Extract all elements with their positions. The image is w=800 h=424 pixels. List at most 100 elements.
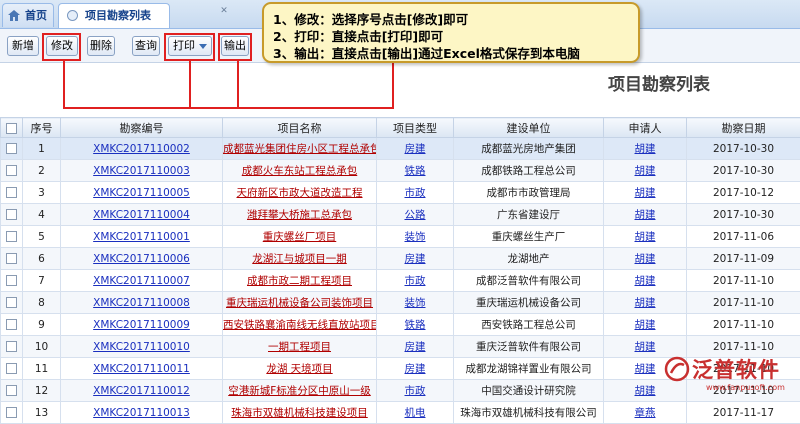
table-row[interactable]: 7XMKC2017110007成都市政二期工程项目市政成都泛普软件有限公司胡建2… (1, 270, 800, 292)
project-type-link[interactable]: 市政 (405, 275, 426, 287)
survey-code-link[interactable]: XMKC2017110002 (93, 143, 190, 155)
survey-code-link[interactable]: XMKC2017110005 (93, 187, 190, 199)
survey-code-link[interactable]: XMKC2017110003 (93, 165, 190, 177)
survey-code-link[interactable]: XMKC2017110013 (93, 407, 190, 419)
applicant-link[interactable]: 胡建 (635, 363, 656, 375)
column-header[interactable]: 项目名称 (223, 118, 377, 138)
checkbox-icon[interactable] (6, 385, 17, 396)
applicant-link[interactable]: 胡建 (635, 385, 656, 397)
applicant-link[interactable]: 胡建 (635, 143, 656, 155)
project-name-link[interactable]: 成都市政二期工程项目 (247, 275, 352, 287)
survey-code-link[interactable]: XMKC2017110004 (93, 209, 190, 221)
applicant-link[interactable]: 胡建 (635, 297, 656, 309)
project-name-link[interactable]: 成都蓝光集团住房小区工程总承包 (223, 143, 377, 155)
row-checkbox[interactable] (1, 380, 23, 402)
project-name-link[interactable]: 潍拜攀大桥施工总承包 (247, 209, 352, 221)
survey-code-link[interactable]: XMKC2017110009 (93, 319, 190, 331)
applicant-link[interactable]: 胡建 (635, 231, 656, 243)
applicant-link[interactable]: 胡建 (635, 341, 656, 353)
table-row[interactable]: 6XMKC2017110006龙湖江与城项目一期房建龙湖地产胡建2017-11-… (1, 248, 800, 270)
checkbox-icon[interactable] (6, 143, 17, 154)
project-name-link[interactable]: 空港新城F标准分区中原山一级 (228, 385, 371, 397)
tab-home[interactable]: 首页 (2, 3, 54, 27)
checkbox-icon[interactable] (6, 209, 17, 220)
applicant-link[interactable]: 胡建 (635, 253, 656, 265)
project-name-link[interactable]: 龙湖江与城项目一期 (252, 253, 347, 265)
checkbox-icon[interactable] (6, 407, 17, 418)
table-row[interactable]: 8XMKC2017110008重庆瑞运机械设备公司装饰项目装饰重庆瑞运机械设备公… (1, 292, 800, 314)
project-name-link[interactable]: 重庆螺丝厂项目 (263, 231, 337, 243)
column-header[interactable]: 勘察编号 (61, 118, 223, 138)
project-type-link[interactable]: 市政 (405, 385, 426, 397)
applicant-link[interactable]: 胡建 (635, 275, 656, 287)
project-name-link[interactable]: 龙湖 天境项目 (266, 363, 332, 375)
row-checkbox[interactable] (1, 248, 23, 270)
query-button[interactable]: 查询 (132, 36, 160, 56)
project-type-link[interactable]: 装饰 (405, 231, 426, 243)
project-name-link[interactable]: 成都火车东站工程总承包 (242, 165, 358, 177)
table-row[interactable]: 13XMKC2017110013珠海市双雄机械科技建设项目机电珠海市双雄机械科技… (1, 402, 800, 424)
tab-project-survey-list[interactable]: 项目勘察列表 ✕ (58, 3, 170, 28)
checkbox-icon[interactable] (6, 165, 17, 176)
table-row[interactable]: 9XMKC2017110009西安铁路襄渝南线无线直放站项目铁路西安铁路工程总公… (1, 314, 800, 336)
survey-code-link[interactable]: XMKC2017110001 (93, 231, 190, 243)
applicant-link[interactable]: 章燕 (635, 407, 656, 419)
applicant-link[interactable]: 胡建 (635, 319, 656, 331)
row-checkbox[interactable] (1, 358, 23, 380)
row-checkbox[interactable] (1, 314, 23, 336)
project-type-link[interactable]: 装饰 (405, 297, 426, 309)
checkbox-icon[interactable] (6, 275, 17, 286)
table-row[interactable]: 5XMKC2017110001重庆螺丝厂项目装饰重庆螺丝生产厂胡建2017-11… (1, 226, 800, 248)
survey-code-link[interactable]: XMKC2017110006 (93, 253, 190, 265)
project-type-link[interactable]: 房建 (405, 253, 426, 265)
applicant-link[interactable]: 胡建 (635, 209, 656, 221)
applicant-link[interactable]: 胡建 (635, 165, 656, 177)
project-type-link[interactable]: 公路 (405, 209, 426, 221)
checkbox-icon[interactable] (6, 297, 17, 308)
project-name-link[interactable]: 重庆瑞运机械设备公司装饰项目 (226, 297, 373, 309)
checkbox-icon[interactable] (6, 231, 17, 242)
column-header[interactable]: 项目类型 (377, 118, 454, 138)
project-type-link[interactable]: 房建 (405, 363, 426, 375)
survey-code-link[interactable]: XMKC2017110008 (93, 297, 190, 309)
row-checkbox[interactable] (1, 204, 23, 226)
row-checkbox[interactable] (1, 182, 23, 204)
applicant-link[interactable]: 胡建 (635, 187, 656, 199)
project-type-link[interactable]: 铁路 (405, 319, 426, 331)
project-type-link[interactable]: 房建 (405, 341, 426, 353)
survey-code-link[interactable]: XMKC2017110011 (93, 363, 190, 375)
column-header[interactable]: 建设单位 (454, 118, 604, 138)
project-name-link[interactable]: 一期工程项目 (268, 341, 331, 353)
column-header[interactable]: 序号 (23, 118, 61, 138)
survey-code-link[interactable]: XMKC2017110012 (93, 385, 190, 397)
row-checkbox[interactable] (1, 138, 23, 160)
survey-code-link[interactable]: XMKC2017110007 (93, 275, 190, 287)
table-row[interactable]: 2XMKC2017110003成都火车东站工程总承包铁路成都铁路工程总公司胡建2… (1, 160, 800, 182)
new-button[interactable]: 新增 (7, 36, 39, 56)
checkbox-icon[interactable] (6, 187, 17, 198)
project-type-link[interactable]: 铁路 (405, 165, 426, 177)
row-checkbox[interactable] (1, 270, 23, 292)
checkbox-icon[interactable] (6, 253, 17, 264)
checkbox-icon[interactable] (6, 319, 17, 330)
checkbox-icon[interactable] (6, 363, 17, 374)
survey-code-link[interactable]: XMKC2017110010 (93, 341, 190, 353)
select-all-checkbox[interactable] (1, 118, 23, 138)
row-checkbox[interactable] (1, 336, 23, 358)
project-type-link[interactable]: 房建 (405, 143, 426, 155)
table-row[interactable]: 4XMKC2017110004潍拜攀大桥施工总承包公路广东省建设厅胡建2017-… (1, 204, 800, 226)
column-header[interactable]: 勘察日期 (687, 118, 800, 138)
table-row[interactable]: 1XMKC2017110002成都蓝光集团住房小区工程总承包房建成都蓝光房地产集… (1, 138, 800, 160)
tab-close-icon[interactable]: ✕ (219, 6, 229, 16)
row-checkbox[interactable] (1, 160, 23, 182)
row-checkbox[interactable] (1, 292, 23, 314)
row-checkbox[interactable] (1, 402, 23, 424)
row-checkbox[interactable] (1, 226, 23, 248)
project-name-link[interactable]: 西安铁路襄渝南线无线直放站项目 (223, 319, 377, 331)
project-name-link[interactable]: 珠海市双雄机械科技建设项目 (231, 407, 368, 419)
table-row[interactable]: 3XMKC2017110005天府新区市政大道改造工程市政成都市市政管理局胡建2… (1, 182, 800, 204)
checkbox-icon[interactable] (6, 123, 17, 134)
project-name-link[interactable]: 天府新区市政大道改造工程 (237, 187, 363, 199)
checkbox-icon[interactable] (6, 341, 17, 352)
delete-button[interactable]: 删除 (87, 36, 115, 56)
